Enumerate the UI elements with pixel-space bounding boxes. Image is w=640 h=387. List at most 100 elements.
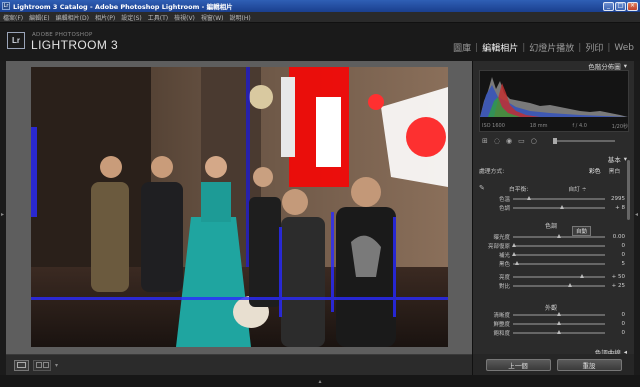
histogram-header[interactable]: 色階分佈圖 ▾ (473, 61, 635, 71)
histogram: ISO 1600 18 mm f / 4.0 1/20秒 (479, 70, 629, 132)
slider-track[interactable] (513, 283, 605, 288)
slider-knob[interactable] (560, 205, 565, 210)
minimize-button[interactable]: _ (603, 1, 614, 11)
slider-knob[interactable] (512, 252, 517, 257)
slider-row-brightness-contrast: 對比 + 25 (473, 282, 629, 290)
slider-knob[interactable] (556, 330, 561, 335)
slider-value[interactable]: + 8 (605, 205, 625, 211)
graduated-filter-icon[interactable]: ▭ (518, 137, 525, 145)
slider-knob[interactable] (515, 261, 520, 266)
slider-row-brightness-contrast: 亮度 + 50 (473, 273, 629, 281)
menu-photo[interactable]: 相片(P) (95, 13, 115, 22)
module-slideshow[interactable]: 幻燈片播放 (529, 41, 574, 54)
slider-track[interactable] (513, 261, 605, 266)
slider-label: 色調 (498, 206, 510, 212)
slider-knob[interactable] (527, 196, 532, 201)
right-panel-scrollbar[interactable] (627, 160, 630, 220)
slider-track[interactable] (513, 274, 605, 279)
reset-button[interactable]: 重設 (556, 358, 622, 371)
slider-knob[interactable] (556, 321, 561, 326)
module-separator: | (522, 42, 526, 53)
window-title-bar: Lr Lightroom 3 Catalog - Adobe Photoshop… (0, 0, 640, 12)
slider-value[interactable]: 0 (605, 252, 626, 258)
slider-value[interactable]: 0.00 (605, 234, 625, 240)
slider-track[interactable] (512, 243, 605, 248)
slider-row-presence: 清晰度 0 (473, 311, 629, 319)
white-balance-dropdown[interactable]: 自訂 ÷ (568, 184, 586, 193)
right-panel-toggle[interactable]: ◂ (634, 61, 640, 375)
previous-button[interactable]: 上一個 (485, 358, 551, 371)
menu-help[interactable]: 說明(H) (230, 13, 251, 22)
spot-removal-icon[interactable]: ◌ (494, 137, 500, 145)
basic-header[interactable]: 基本 ▾ (473, 154, 635, 164)
filmstrip-toggle[interactable]: ▴ (0, 375, 640, 387)
slider-knob[interactable] (556, 312, 561, 317)
loupe-view-button[interactable] (14, 359, 29, 371)
module-picker: 圖庫 | 編輯相片 | 幻燈片播放 | 列印 | Web (453, 41, 634, 55)
slider-track[interactable] (513, 205, 605, 210)
treatment-label: 處理方式: (479, 169, 505, 175)
tool-slider[interactable] (552, 138, 615, 144)
photo-preview[interactable] (31, 67, 448, 347)
red-eye-icon[interactable]: ◉ (506, 137, 512, 145)
shutter-speed: 1/20秒 (611, 124, 628, 130)
slider-value[interactable]: 2995 (605, 196, 625, 202)
slider-knob[interactable] (556, 234, 561, 239)
treatment-color[interactable]: 彩色 (589, 166, 601, 175)
module-library[interactable]: 圖庫 (453, 41, 471, 54)
slider-track[interactable] (513, 321, 605, 326)
menu-view[interactable]: 檢視(V) (174, 13, 195, 22)
module-print[interactable]: 列印 (585, 41, 603, 54)
menu-settings[interactable]: 設定(S) (121, 13, 142, 22)
wedding-photo (31, 67, 448, 347)
module-web[interactable]: Web (614, 43, 634, 53)
slider-track[interactable] (513, 196, 605, 201)
tool-strip: ⊞ ◌ ◉ ▭ ○ (479, 135, 629, 147)
module-develop[interactable]: 編輯相片 (482, 41, 518, 54)
slider-label: 亮度 (498, 275, 510, 281)
slider-value[interactable]: 0 (605, 321, 626, 327)
slider-value[interactable]: + 25 (605, 283, 625, 289)
slider-value[interactable]: + 50 (605, 274, 625, 280)
slider-track[interactable] (512, 252, 605, 257)
menu-file[interactable]: 檔案(F) (3, 13, 23, 22)
adjustment-brush-icon[interactable]: ○ (531, 137, 537, 145)
slider-knob[interactable] (579, 274, 584, 279)
eyedropper-icon[interactable]: ✎ (479, 184, 487, 192)
slider-value[interactable]: 0 (605, 330, 626, 336)
slider-row-presence: 飽和度 0 (473, 329, 629, 337)
before-after-button[interactable] (33, 359, 51, 371)
triangle-right-icon: ▸ (1, 211, 5, 218)
menu-bar: 檔案(F) 編輯(E) 編輯相片(D) 相片(P) 設定(S) 工具(T) 檢視… (0, 12, 640, 23)
slider-track[interactable] (513, 312, 605, 317)
menu-window[interactable]: 視窗(W) (201, 13, 224, 22)
close-button[interactable]: × (627, 1, 638, 11)
maximize-button[interactable]: □ (615, 1, 626, 11)
slider-value[interactable]: 5 (605, 261, 626, 267)
treatment-row: 處理方式: 彩色 黑白 (479, 166, 629, 175)
lightroom-logo: Lr (7, 32, 25, 49)
focal-length: 18 mm (529, 123, 548, 129)
slider-knob[interactable] (512, 243, 517, 248)
chevron-down-icon[interactable]: ▾ (55, 362, 58, 369)
slider-track[interactable] (513, 330, 605, 335)
crop-icon[interactable]: ⊞ (482, 137, 488, 145)
develop-toolbar: ▾ (6, 354, 472, 375)
app-icon: Lr (2, 2, 10, 10)
slider-label: 補光 (498, 253, 510, 259)
slider-track[interactable] (513, 234, 605, 239)
slider-value[interactable]: 0 (605, 312, 626, 318)
right-panel-footer: 上一個 重設 (472, 354, 634, 375)
slider-knob[interactable] (567, 283, 572, 288)
triangle-down-icon: ▾ (623, 61, 627, 70)
slider-label: 鮮艷度 (493, 322, 510, 328)
treatment-bw[interactable]: 黑白 (609, 166, 621, 175)
module-separator: | (607, 42, 611, 53)
window-title: Lightroom 3 Catalog - Adobe Photoshop Li… (13, 3, 233, 11)
menu-tools[interactable]: 工具(T) (148, 13, 168, 22)
menu-edit[interactable]: 編輯(E) (29, 13, 49, 22)
slider-value[interactable]: 0 (605, 243, 626, 249)
brand-title: LIGHTROOM 3 (31, 38, 119, 52)
photo-view[interactable] (6, 61, 472, 354)
menu-develop[interactable]: 編輯相片(D) (56, 13, 89, 22)
